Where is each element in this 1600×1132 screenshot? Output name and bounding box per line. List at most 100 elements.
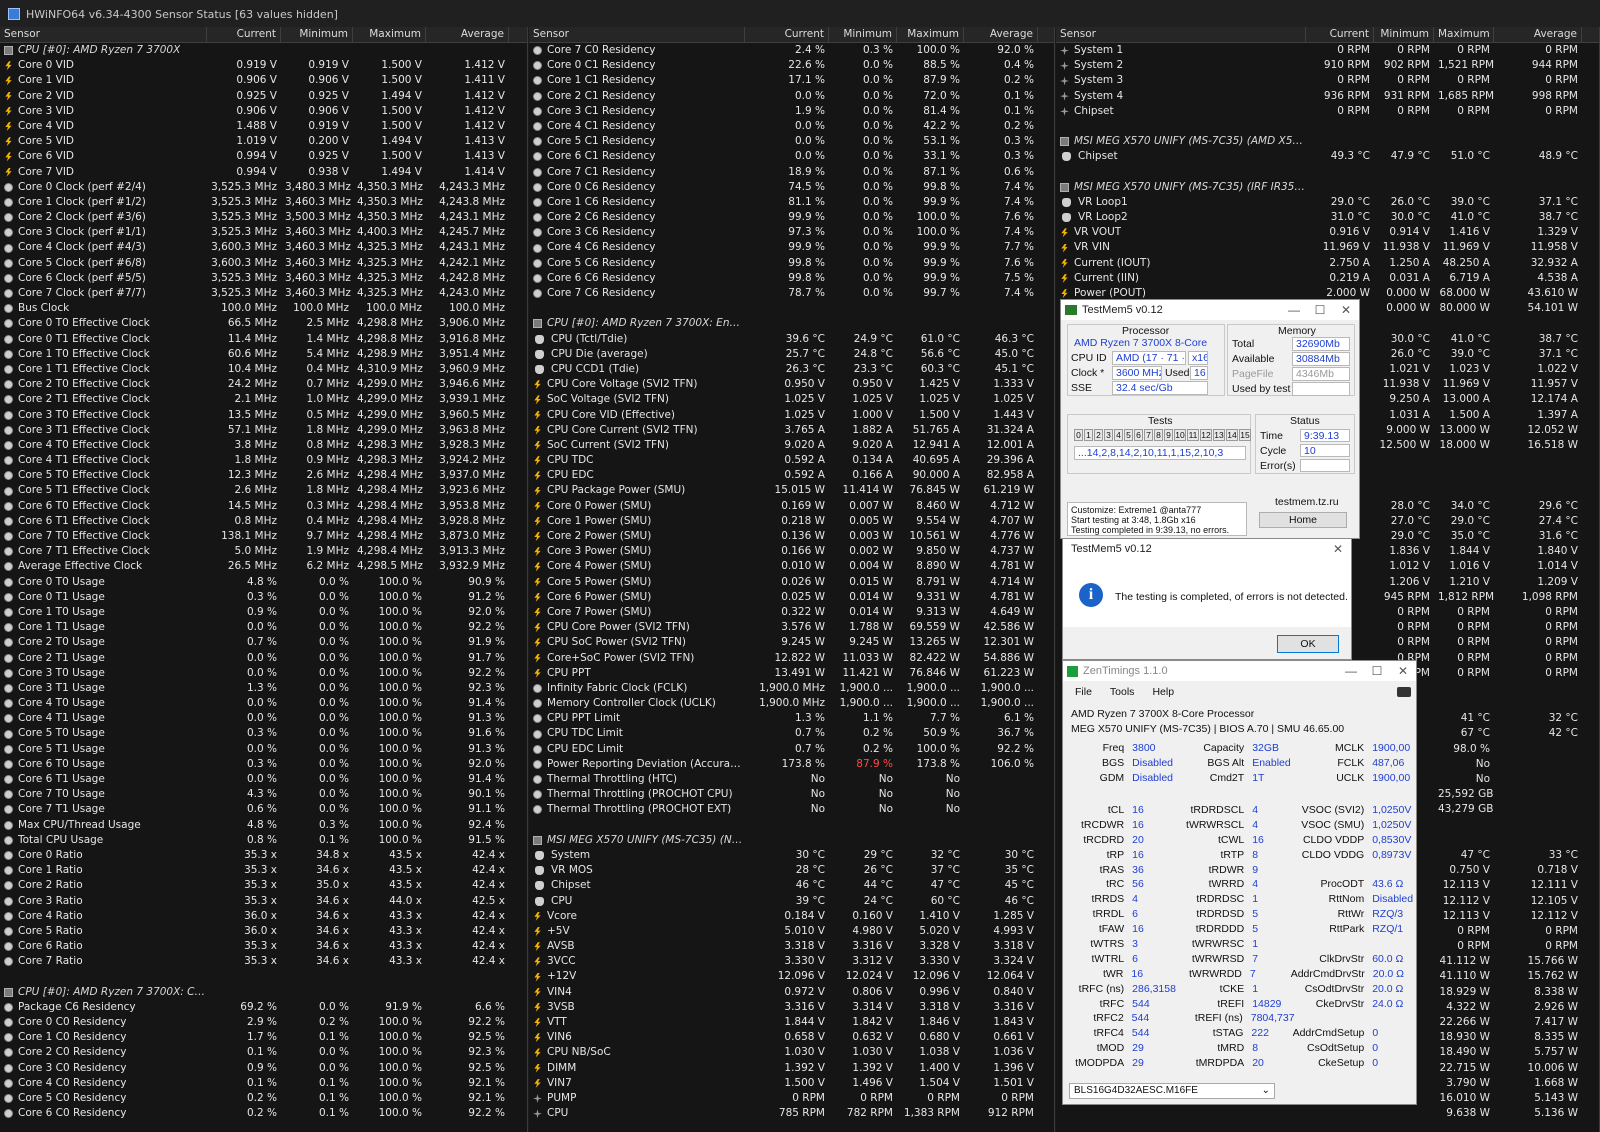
sensor-row[interactable]: Core 3 T0 Usage 0.0 % 0.0 % 100.0 % 92.2 % <box>0 666 527 681</box>
sensor-row[interactable]: Core 1 C6 Residency 81.1 % 0.0 % 99.9 % 7.4 … <box>529 195 1054 210</box>
sensor-row[interactable]: Core 2 Clock (perf #3/6) 3,525.3 MHz 3,500… <box>0 210 527 225</box>
sensor-row[interactable]: CPU Core VID (Effective) 1.025 V 1.000 V 1.… <box>529 408 1054 423</box>
sensor-row[interactable]: Core 5 C0 Residency 0.2 % 0.1 % 100.0 % 92.1… <box>0 1091 527 1106</box>
sensor-row[interactable]: Core 3 Ratio 35.3 x 34.6 x 44.0 x 42.5 x <box>0 894 527 909</box>
sensor-row[interactable]: 3VSB 3.316 V 3.314 V 3.318 V 3.316 V <box>529 1000 1054 1015</box>
sensor-row[interactable]: Core 0 T1 Usage 0.3 % 0.0 % 100.0 % 91.2 % <box>0 590 527 605</box>
sensor-row[interactable]: Core 6 Clock (perf #5/5) 3,525.3 MHz 3,460… <box>0 271 527 286</box>
dialog-titlebar[interactable]: TestMem5 v0.12 ✕ <box>1063 539 1351 559</box>
sensor-row[interactable]: Core 7 C6 Residency 78.7 % 0.0 % 99.7 % 7.4 … <box>529 286 1054 301</box>
sensor-row[interactable]: System 30 °C 29 °C 32 °C 30 °C <box>529 848 1054 863</box>
sensor-row[interactable]: Core 5 Power (SMU) 0.026 W 0.015 W 8.791 W4… <box>529 575 1054 590</box>
sensor-row[interactable]: Core 0 C0 Residency 2.9 % 0.2 % 100.0 % 92.2… <box>0 1015 527 1030</box>
completion-dialog[interactable]: TestMem5 v0.12 ✕ i The testing is comple… <box>1062 538 1352 660</box>
testmem-window[interactable]: TestMem5 v0.12 — ☐ ✕ Processor AMD Ryzen… <box>1060 299 1360 539</box>
sensor-group-header[interactable]: CPU [#0]: AMD Ryzen 7 3700X: Enhanced <box>529 316 1054 331</box>
column-header-minimum[interactable]: Minimum <box>281 27 353 42</box>
sensor-row[interactable] <box>1056 119 1599 134</box>
zentimings-titlebar[interactable]: ZenTimings 1.1.0 — ☐ ✕ <box>1063 661 1416 681</box>
sensor-row[interactable]: Power Reporting Deviation (Accuracy) 173.… <box>529 757 1054 772</box>
sensor-row[interactable]: Core 6 C6 Residency 99.8 % 0.0 % 99.9 % 7.5 … <box>529 271 1054 286</box>
sensor-row[interactable]: VIN7 1.500 V 1.496 V 1.504 V 1.501 V <box>529 1076 1054 1091</box>
sensor-row[interactable]: Core 6 T1 Effective Clock 0.8 MHz 0.4 MHz 4… <box>0 514 527 529</box>
sensor-row[interactable]: Core 2 T1 Usage 0.0 % 0.0 % 100.0 % 91.7 % <box>0 651 527 666</box>
sensor-row[interactable]: 3VCC 3.330 V 3.312 V 3.330 V 3.324 V <box>529 954 1054 969</box>
sensor-row[interactable]: Core 0 Ratio 35.3 x 34.8 x 43.5 x 42.4 x <box>0 848 527 863</box>
sensor-row[interactable]: Bus Clock 100.0 MHz 100.0 MHz 100.0 MHz 100.… <box>0 301 527 316</box>
sensor-row[interactable]: CPU EDC Limit 0.7 % 0.2 % 100.0 % 92.2 % <box>529 742 1054 757</box>
sensor-row[interactable]: Core 1 C1 Residency 17.1 % 0.0 % 87.9 % 0.2 … <box>529 73 1054 88</box>
column-header-current[interactable]: Current <box>1306 27 1374 42</box>
sensor-row[interactable]: Core 0 C1 Residency 22.6 % 0.0 % 88.5 % 0.4 … <box>529 58 1054 73</box>
sensor-row[interactable]: Total CPU Usage 0.8 % 0.1 % 100.0 % 91.5 % <box>0 833 527 848</box>
sensor-row[interactable]: VR Loop1 29.0 °C 26.0 °C 39.0 °C 37.1 °C <box>1056 195 1599 210</box>
sensor-row[interactable]: Core 7 Ratio 35.3 x 34.6 x 43.3 x 42.4 x <box>0 954 527 969</box>
sensor-row[interactable]: Current (IOUT) 2.750 A 1.250 A 48.250 A 32.9… <box>1056 256 1599 271</box>
sensor-row[interactable]: Core 5 T0 Usage 0.3 % 0.0 % 100.0 % 91.6 % <box>0 726 527 741</box>
sensor-row[interactable]: Core 1 VID 0.906 V 0.906 V 1.500 V 1.411 V <box>0 73 527 88</box>
sensor-row[interactable]: Core 6 T1 Usage 0.0 % 0.0 % 100.0 % 91.4 % <box>0 772 527 787</box>
sensor-row[interactable]: Core 7 T1 Usage 0.6 % 0.0 % 100.0 % 91.1 % <box>0 802 527 817</box>
sensor-row[interactable]: Core 2 C0 Residency 0.1 % 0.0 % 100.0 % 92.3… <box>0 1045 527 1060</box>
column-header-minimum[interactable]: Minimum <box>829 27 897 42</box>
sensor-row[interactable]: Chipset 46 °C 44 °C 47 °C 45 °C <box>529 878 1054 893</box>
sensor-row[interactable] <box>529 818 1054 833</box>
sensor-row[interactable]: Core 2 Ratio 35.3 x 35.0 x 43.5 x 42.4 x <box>0 878 527 893</box>
sensor-row[interactable]: Max CPU/Thread Usage 4.8 % 0.3 % 100.0 % 92.… <box>0 818 527 833</box>
sensor-row[interactable]: Core 2 T0 Usage 0.7 % 0.0 % 100.0 % 91.9 % <box>0 635 527 650</box>
sensor-row[interactable]: CPU SoC Power (SVI2 TFN) 9.245 W 9.245 W 13… <box>529 635 1054 650</box>
sensor-row[interactable]: Core 5 T1 Usage 0.0 % 0.0 % 100.0 % 91.3 % <box>0 742 527 757</box>
zen-maximize-button[interactable]: ☐ <box>1364 664 1390 678</box>
log-box[interactable]: Customize: Extreme1 @anta777 Start testi… <box>1067 502 1247 536</box>
sensor-row[interactable]: Chipset 0 RPM 0 RPM 0 RPM 0 RPM <box>1056 104 1599 119</box>
sensor-row[interactable]: Core 1 C0 Residency 1.7 % 0.1 % 100.0 % 92.5… <box>0 1030 527 1045</box>
sensor-group-header[interactable]: MSI MEG X570 UNIFY (MS-7C35) (Nuvot... <box>529 833 1054 848</box>
column-header-maximum[interactable]: Maximum <box>1434 27 1494 42</box>
memory-module-select[interactable]: BLS16G4D32AESC.M16FE ⌄ <box>1069 1083 1275 1099</box>
sensor-row[interactable]: Core 3 C6 Residency 97.3 % 0.0 % 100.0 % 7.4… <box>529 225 1054 240</box>
sensor-row[interactable]: CPU (Tctl/Tdie) 39.6 °C 24.9 °C 61.0 °C 46.3… <box>529 332 1054 347</box>
sensor-row[interactable]: Core 4 T1 Effective Clock 1.8 MHz 0.9 MHz 4… <box>0 453 527 468</box>
sensor-row[interactable]: Package C6 Residency 69.2 % 0.0 % 91.9 % 6.6… <box>0 1000 527 1015</box>
sensor-row[interactable]: Core 3 T1 Usage 1.3 % 0.0 % 100.0 % 92.3 % <box>0 681 527 696</box>
sensor-row[interactable]: Core 2 T0 Effective Clock 24.2 MHz 0.7 MHz… <box>0 377 527 392</box>
home-button[interactable]: Home <box>1259 512 1347 528</box>
sensor-row[interactable]: Core 6 C0 Residency 0.2 % 0.1 % 100.0 % 92.2… <box>0 1106 527 1121</box>
testmem-titlebar[interactable]: TestMem5 v0.12 — ☐ ✕ <box>1061 300 1359 320</box>
minimize-button[interactable]: — <box>1281 303 1307 317</box>
sensor-row[interactable]: CPU TDC 0.592 A 0.134 A 40.695 A 29.396 A <box>529 453 1054 468</box>
sensor-row[interactable]: CPU PPT Limit 1.3 % 1.1 % 7.7 % 6.1 % <box>529 711 1054 726</box>
sensor-row[interactable]: CPU Die (average) 25.7 °C 24.8 °C 56.6 °C 45… <box>529 347 1054 362</box>
sensor-row[interactable]: Core 4 T0 Effective Clock 3.8 MHz 0.8 MHz 4… <box>0 438 527 453</box>
sensor-row[interactable]: Core 2 VID 0.925 V 0.925 V 1.494 V 1.412 V <box>0 89 527 104</box>
sensor-row[interactable]: Core 6 VID 0.994 V 0.925 V 1.500 V 1.413 V <box>0 149 527 164</box>
sensor-row[interactable]: Core 6 T0 Usage 0.3 % 0.0 % 100.0 % 92.0 % <box>0 757 527 772</box>
sensor-group-header[interactable]: MSI MEG X570 UNIFY (MS-7C35) (AMD X570) <box>1056 134 1599 149</box>
sensor-row[interactable]: Core 2 T1 Effective Clock 2.1 MHz 1.0 MHz 4… <box>0 392 527 407</box>
sensor-row[interactable]: Core 0 C6 Residency 74.5 % 0.0 % 99.8 % 7.4 … <box>529 180 1054 195</box>
sensor-row[interactable]: Core 5 T0 Effective Clock 12.3 MHz 2.6 MHz… <box>0 468 527 483</box>
sensor-row[interactable]: Core 2 Power (SMU) 0.136 W 0.003 W 10.561 W… <box>529 529 1054 544</box>
sensor-panel-2[interactable]: Sensor Current Minimum Maximum Average Core 7… <box>529 27 1055 1132</box>
sensor-row[interactable]: Core 1 Ratio 35.3 x 34.6 x 43.5 x 42.4 x <box>0 863 527 878</box>
sensor-row[interactable]: Thermal Throttling (HTC) No No No <box>529 772 1054 787</box>
sensor-row[interactable]: Core 7 C1 Residency 18.9 % 0.0 % 87.1 % 0.6 … <box>529 165 1054 180</box>
sensor-row[interactable]: CPU Core Power (SVI2 TFN) 3.576 W 1.788 W6… <box>529 620 1054 635</box>
sensor-row[interactable]: Core 4 T0 Usage 0.0 % 0.0 % 100.0 % 91.4 % <box>0 696 527 711</box>
sensor-row[interactable]: SoC Current (SVI2 TFN) 9.020 A 9.020 A 12.9… <box>529 438 1054 453</box>
sensor-row[interactable]: Core 7 T0 Effective Clock 138.1 MHz 9.7 MH… <box>0 529 527 544</box>
sensor-row[interactable]: System 10 RPM 0 RPM 0 RPM 0 RPM <box>1056 43 1599 58</box>
sensor-row[interactable]: Core 6 Ratio 35.3 x 34.6 x 43.3 x 42.4 x <box>0 939 527 954</box>
sensor-row[interactable]: Core 4 Ratio 36.0 x 34.6 x 43.3 x 42.4 x <box>0 909 527 924</box>
sensor-row[interactable]: Core 3 T0 Effective Clock 13.5 MHz 0.5 MHz… <box>0 408 527 423</box>
sensor-row[interactable]: Core 2 C6 Residency 99.9 % 0.0 % 100.0 % 7.6… <box>529 210 1054 225</box>
sensor-row[interactable]: VR Loop2 31.0 °C 30.0 °C 41.0 °C 38.7 °C <box>1056 210 1599 225</box>
sensor-row[interactable]: VIN6 0.658 V 0.632 V 0.680 V 0.661 V <box>529 1030 1054 1045</box>
ok-button[interactable]: OK <box>1277 635 1339 653</box>
sensor-row[interactable]: CPU 39 °C 24 °C 60 °C 46 °C <box>529 894 1054 909</box>
sensor-row[interactable]: CPU TDC Limit 0.7 % 0.2 % 50.9 % 36.7 % <box>529 726 1054 741</box>
sensor-row[interactable]: CPU CCD1 (Tdie) 26.3 °C 23.3 °C 60.3 °C 45.1… <box>529 362 1054 377</box>
sensor-row[interactable]: Core 7 Power (SMU) 0.322 W 0.014 W 9.313 W4… <box>529 605 1054 620</box>
sensor-row[interactable]: Core 3 VID 0.906 V 0.906 V 1.500 V 1.412 V <box>0 104 527 119</box>
sensor-row[interactable]: Current (IIN) 0.219 A 0.031 A 6.719 A 4.538 … <box>1056 271 1599 286</box>
